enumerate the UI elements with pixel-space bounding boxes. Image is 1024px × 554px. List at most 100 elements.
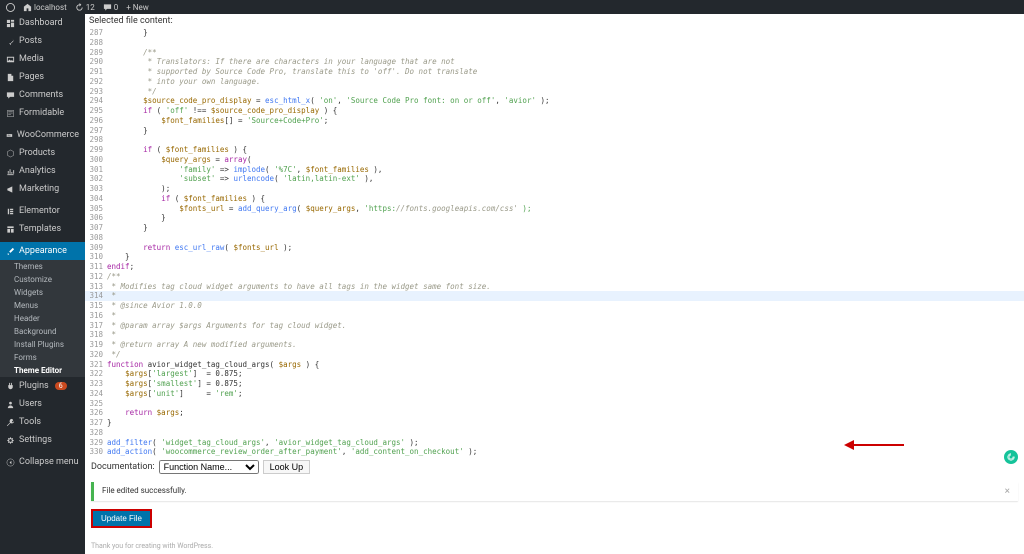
line-number: 303 <box>85 184 107 194</box>
code-line[interactable]: 307 } <box>85 223 1024 233</box>
code-line[interactable]: 315 * @since Avior 1.0.0 <box>85 301 1024 311</box>
code-line[interactable]: 289 /** <box>85 48 1024 58</box>
code-line[interactable]: 302 'subset' => urlencode( 'latin,latin-… <box>85 174 1024 184</box>
updates-link[interactable]: 12 <box>75 3 95 12</box>
code-line[interactable]: 293 */ <box>85 87 1024 97</box>
code-line[interactable]: 326 return $args; <box>85 408 1024 418</box>
line-number: 329 <box>85 438 107 448</box>
new-link[interactable]: + New <box>126 3 149 12</box>
code-line[interactable]: 291 * supported by Source Code Pro, tran… <box>85 67 1024 77</box>
code-line[interactable]: 298 <box>85 135 1024 145</box>
code-line[interactable]: 295 if ( 'off' !== $source_code_pro_disp… <box>85 106 1024 116</box>
sidebar-item-tools[interactable]: Tools <box>0 413 85 431</box>
sidebar-item-media[interactable]: Media <box>0 50 85 68</box>
tools-icon <box>6 418 15 427</box>
line-number: 298 <box>85 135 107 145</box>
code-line[interactable]: 316 * <box>85 311 1024 321</box>
code-line[interactable]: 301 'family' => implode( '%7C', $font_fa… <box>85 165 1024 175</box>
grammarly-icon[interactable] <box>1004 450 1018 464</box>
collapse-menu[interactable]: Collapse menu <box>0 453 85 471</box>
code-line[interactable]: 324 $args['unit'] = 'rem'; <box>85 389 1024 399</box>
submenu-background[interactable]: Background <box>0 325 85 338</box>
site-link[interactable]: localhost <box>23 3 67 12</box>
code-line[interactable]: 319 * @return array A new modified argum… <box>85 340 1024 350</box>
update-file-button[interactable]: Update File <box>91 509 152 528</box>
code-line[interactable]: 300 $query_args = array( <box>85 155 1024 165</box>
line-number: 318 <box>85 330 107 340</box>
sidebar-item-marketing[interactable]: Marketing <box>0 180 85 198</box>
line-number: 326 <box>85 408 107 418</box>
code-line[interactable]: 306 } <box>85 213 1024 223</box>
code-line[interactable]: 323 $args['smallest'] = 0.875; <box>85 379 1024 389</box>
code-line[interactable]: 303 ); <box>85 184 1024 194</box>
sidebar-item-templates[interactable]: Templates <box>0 220 85 238</box>
submenu-install-plugins[interactable]: Install Plugins <box>0 338 85 351</box>
line-number: 328 <box>85 428 107 438</box>
code-line[interactable]: 299 if ( $font_families ) { <box>85 145 1024 155</box>
lookup-button[interactable]: Look Up <box>263 460 311 474</box>
collapse-icon <box>6 458 15 467</box>
submenu-header[interactable]: Header <box>0 312 85 325</box>
code-line[interactable]: 294 $source_code_pro_display = esc_html_… <box>85 96 1024 106</box>
sidebar-item-comments[interactable]: Comments <box>0 86 85 104</box>
code-line[interactable]: 288 <box>85 38 1024 48</box>
submenu-menus[interactable]: Menus <box>0 299 85 312</box>
code-line[interactable]: 320 */ <box>85 350 1024 360</box>
line-number: 309 <box>85 243 107 253</box>
code-line[interactable]: 297 } <box>85 126 1024 136</box>
sidebar-item-posts[interactable]: Posts <box>0 32 85 50</box>
submenu-widgets[interactable]: Widgets <box>0 286 85 299</box>
code-line[interactable]: 287 } <box>85 28 1024 38</box>
code-line[interactable]: 327} <box>85 418 1024 428</box>
code-editor[interactable]: 287 }288289 /**290 * Translators: If the… <box>85 28 1024 456</box>
code-line[interactable]: 328 <box>85 428 1024 438</box>
sidebar-item-woocommerce[interactable]: WooCommerce <box>0 126 85 144</box>
code-text: } <box>107 213 1024 223</box>
code-text: * @return array A new modified arguments… <box>107 340 1024 350</box>
woo-icon <box>6 131 13 140</box>
sidebar-item-plugins[interactable]: Plugins6 <box>0 377 85 395</box>
code-line[interactable]: 309 return esc_url_raw( $fonts_url ); <box>85 243 1024 253</box>
users-icon <box>6 400 15 409</box>
line-number: 287 <box>85 28 107 38</box>
code-line[interactable]: 313 * Modifies tag cloud widget argument… <box>85 282 1024 292</box>
sidebar-item-users[interactable]: Users <box>0 395 85 413</box>
new-label: New <box>133 3 149 12</box>
comments-link[interactable]: 0 <box>103 3 119 12</box>
code-line[interactable]: 321function avior_widget_tag_cloud_args(… <box>85 360 1024 370</box>
code-line[interactable]: 322 $args['largest'] = 0.875; <box>85 369 1024 379</box>
sidebar-item-appearance[interactable]: Appearance <box>0 242 85 260</box>
code-line[interactable]: 325 <box>85 399 1024 409</box>
sidebar-item-formidable[interactable]: Formidable <box>0 104 85 122</box>
sidebar-item-elementor[interactable]: Elementor <box>0 202 85 220</box>
code-line[interactable]: 305 $fonts_url = add_query_arg( $query_a… <box>85 204 1024 214</box>
submenu-forms[interactable]: Forms <box>0 351 85 364</box>
submenu-customize[interactable]: Customize <box>0 273 85 286</box>
code-line[interactable]: 310 } <box>85 252 1024 262</box>
submenu-themes[interactable]: Themes <box>0 260 85 273</box>
sidebar-item-label: Users <box>19 399 42 409</box>
code-line[interactable]: 311endif; <box>85 262 1024 272</box>
line-number: 307 <box>85 223 107 233</box>
sidebar-item-products[interactable]: Products <box>0 144 85 162</box>
code-line[interactable]: 317 * @param array $args Arguments for t… <box>85 321 1024 331</box>
dismiss-notice[interactable]: × <box>1005 486 1010 497</box>
wp-logo[interactable] <box>6 3 15 12</box>
code-text: * supported by Source Code Pro, translat… <box>107 67 1024 77</box>
code-line[interactable]: 308 <box>85 233 1024 243</box>
code-line[interactable]: 290 * Translators: If there are characte… <box>85 57 1024 67</box>
doc-select[interactable]: Function Name... <box>159 460 259 474</box>
sidebar-item-pages[interactable]: Pages <box>0 68 85 86</box>
sidebar-item-analytics[interactable]: Analytics <box>0 162 85 180</box>
code-line[interactable]: 304 if ( $font_families ) { <box>85 194 1024 204</box>
code-line[interactable]: 318 * <box>85 330 1024 340</box>
submenu-theme-editor[interactable]: Theme Editor <box>0 364 85 377</box>
sidebar-item-settings[interactable]: Settings <box>0 431 85 449</box>
code-line[interactable]: 292 * into your own language. <box>85 77 1024 87</box>
code-line[interactable]: 314 * <box>85 291 1024 301</box>
sidebar-item-dashboard[interactable]: Dashboard <box>0 14 85 32</box>
code-line[interactable]: 296 $font_families[] = 'Source+Code+Pro'… <box>85 116 1024 126</box>
code-line[interactable]: 312/** <box>85 272 1024 282</box>
code-text: * <box>107 291 1024 301</box>
line-number: 295 <box>85 106 107 116</box>
